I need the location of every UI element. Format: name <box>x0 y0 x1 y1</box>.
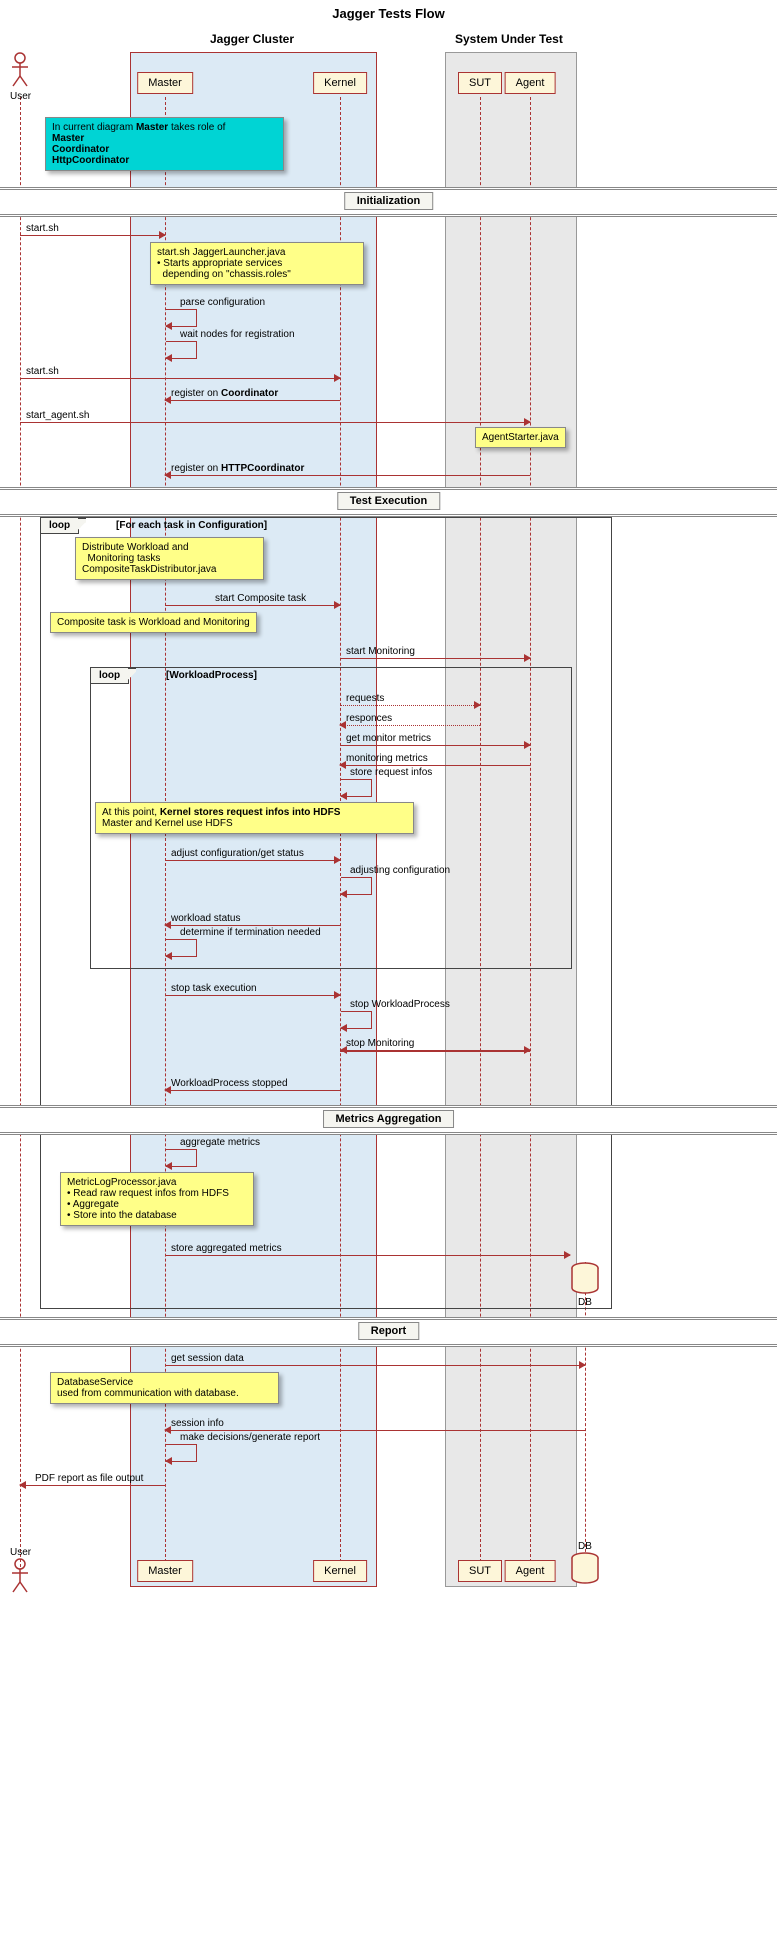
note-launcher: start.sh JaggerLauncher.java• Starts app… <box>150 242 364 285</box>
msg-storereq-label: store request infos <box>350 767 432 778</box>
note-master-role: In current diagram Master takes role ofM… <box>45 117 284 171</box>
participant-kernel-bottom: Kernel <box>313 1560 367 1582</box>
actor-user-bottom: User <box>10 1547 30 1597</box>
note-composite: Composite task is Workload and Monitorin… <box>50 612 257 633</box>
participant-sut-top: SUT <box>458 72 502 94</box>
group-jagger-label: Jagger Cluster <box>210 32 294 46</box>
msg-stopmon-return <box>340 1051 530 1052</box>
msg-wait <box>166 341 197 359</box>
msg-storereq <box>341 779 372 797</box>
divider-agg: Metrics Aggregation <box>0 1105 777 1135</box>
msg-determine <box>166 939 197 957</box>
participant-agent-top: Agent <box>505 72 556 94</box>
note-metriclog: MetricLogProcessor.java• Read raw reques… <box>60 1172 254 1226</box>
divider-report: Report <box>0 1317 777 1347</box>
msg-stopwl-label: stop WorkloadProcess <box>350 999 450 1010</box>
divider-init: Initialization <box>0 187 777 217</box>
divider-exec: Test Execution <box>0 487 777 517</box>
participant-db-bottom: DB <box>570 1541 600 1587</box>
msg-parse-label: parse configuration <box>180 297 265 308</box>
msg-sessioninfo: session info <box>165 1417 585 1431</box>
msg-requests: requests <box>340 692 480 706</box>
msg-adjusting-label: adjusting configuration <box>350 865 450 876</box>
participant-master-top: Master <box>137 72 193 94</box>
participant-sut-bottom: SUT <box>458 1560 502 1582</box>
msg-startagent: start_agent.sh <box>20 409 530 423</box>
msg-startcomp: start Composite task <box>165 592 340 606</box>
sequence-canvas: Jagger Cluster System Under Test User Us… <box>0 27 777 1587</box>
msg-pdfout: PDF report as file output <box>20 1472 165 1486</box>
actor-user-top: User <box>10 52 30 102</box>
msg-regcoord: register on Coordinator <box>165 387 340 401</box>
msg-wlstatus: workload status <box>165 912 340 926</box>
msg-adjust: adjust configuration/get status <box>165 847 340 861</box>
msg-stopwl <box>341 1011 372 1029</box>
msg-makedec-label: make decisions/generate report <box>180 1432 320 1443</box>
msg-startmon: start Monitoring <box>340 645 530 659</box>
msg-stopmon: stop Monitoring <box>340 1037 530 1051</box>
note-dbservice: DatabaseServiceused from communication w… <box>50 1372 279 1404</box>
msg-responces: responces <box>340 712 480 726</box>
msg-stoptask: stop task execution <box>165 982 340 996</box>
msg-monmetrics: monitoring metrics <box>340 752 530 766</box>
msg-start1: start.sh <box>20 222 165 236</box>
msg-reghttp: register on HTTPCoordinator <box>165 462 530 476</box>
participant-master-bottom: Master <box>137 1560 193 1582</box>
msg-makedec <box>166 1444 197 1462</box>
diagram-title: Jagger Tests Flow <box>0 0 777 27</box>
msg-wait-label: wait nodes for registration <box>180 329 295 340</box>
note-distribute: Distribute Workload and Monitoring tasks… <box>75 537 264 580</box>
msg-getmon: get monitor metrics <box>340 732 530 746</box>
participant-kernel-top: Kernel <box>313 72 367 94</box>
msg-determine-label: determine if termination needed <box>180 927 321 938</box>
msg-wlstopped: WorkloadProcess stopped <box>165 1077 340 1091</box>
msg-start2: start.sh <box>20 365 340 379</box>
note-agentstarter: AgentStarter.java <box>475 427 566 448</box>
msg-aggmetrics-label: aggregate metrics <box>180 1137 260 1148</box>
msg-parse <box>166 309 197 327</box>
msg-storeagg: store aggregated metrics <box>165 1242 570 1256</box>
msg-adjusting <box>341 877 372 895</box>
participant-agent-bottom: Agent <box>505 1560 556 1582</box>
group-sut-label: System Under Test <box>455 32 563 46</box>
msg-getsession: get session data <box>165 1352 585 1366</box>
note-hdfs: At this point, Kernel stores request inf… <box>95 802 414 834</box>
msg-aggmetrics <box>166 1149 197 1167</box>
